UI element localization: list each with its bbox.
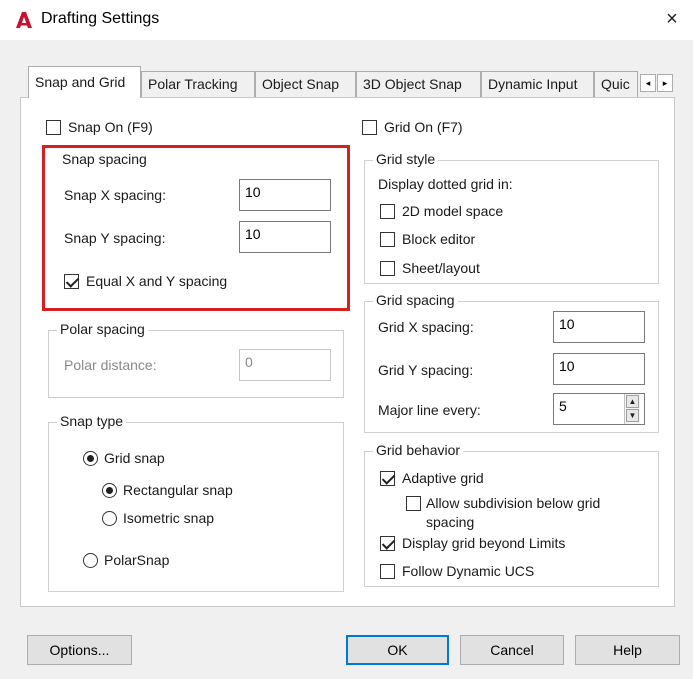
drafting-settings-dialog: Drafting Settings × Snap and Grid Polar … <box>0 0 693 679</box>
rectangular-snap-radio[interactable] <box>102 483 117 498</box>
close-icon[interactable]: × <box>657 4 687 34</box>
allow-subdivision-label-line1: Allow subdivision below grid <box>426 495 601 511</box>
grid-2d-model-space-label: 2D model space <box>402 203 504 219</box>
major-line-label: Major line every: <box>378 402 481 418</box>
grid-sheet-layout-label: Sheet/layout <box>402 260 480 276</box>
grid-behavior-legend: Grid behavior <box>373 442 464 458</box>
major-line-spinner: ▲ ▼ <box>624 394 640 424</box>
display-beyond-limits-label: Display grid beyond Limits <box>402 535 566 551</box>
spin-down-icon[interactable]: ▼ <box>626 409 639 422</box>
equal-xy-spacing-label: Equal X and Y spacing <box>86 273 228 289</box>
allow-subdivision-checkbox[interactable] <box>406 496 421 511</box>
polar-distance-label: Polar distance: <box>64 357 157 373</box>
snap-spacing-legend: Snap spacing <box>59 151 150 167</box>
window-title: Drafting Settings <box>41 10 160 27</box>
tab-snap-and-grid[interactable]: Snap and Grid <box>28 66 141 98</box>
grid-style-intro: Display dotted grid in: <box>378 176 513 192</box>
snap-y-spacing-input[interactable]: 10 <box>239 221 331 253</box>
grid-spacing-legend: Grid spacing <box>373 292 458 308</box>
grid-on-checkbox[interactable] <box>362 120 377 135</box>
tab-scroll-left-icon[interactable]: ◂ <box>640 74 656 92</box>
snap-on-label: Snap On (F9) <box>68 119 153 135</box>
adaptive-grid-checkbox[interactable] <box>380 471 395 486</box>
grid-on-label: Grid On (F7) <box>384 119 463 135</box>
tab-3d-object-snap[interactable]: 3D Object Snap <box>356 71 481 97</box>
follow-dynamic-ucs-label: Follow Dynamic UCS <box>402 563 535 579</box>
grid-snap-radio[interactable] <box>83 451 98 466</box>
tab-dynamic-input[interactable]: Dynamic Input <box>481 71 594 97</box>
grid-2d-model-space-checkbox[interactable] <box>380 204 395 219</box>
grid-y-spacing-label: Grid Y spacing: <box>378 362 474 378</box>
snap-on-checkbox[interactable] <box>46 120 61 135</box>
major-line-value: 5 <box>559 398 567 414</box>
autocad-logo-icon <box>16 12 32 28</box>
polarsnap-radio[interactable] <box>83 553 98 568</box>
ok-button[interactable]: OK <box>346 635 449 665</box>
tab-polar-tracking[interactable]: Polar Tracking <box>141 71 255 97</box>
grid-x-spacing-input[interactable]: 10 <box>553 311 645 343</box>
snap-x-spacing-label: Snap X spacing: <box>64 187 166 203</box>
polar-spacing-legend: Polar spacing <box>57 321 148 337</box>
grid-snap-label: Grid snap <box>104 450 165 466</box>
isometric-snap-radio[interactable] <box>102 511 117 526</box>
grid-block-editor-label: Block editor <box>402 231 476 247</box>
options-button[interactable]: Options... <box>27 635 132 665</box>
snap-x-spacing-input[interactable]: 10 <box>239 179 331 211</box>
title-bar[interactable]: Drafting Settings × <box>0 0 693 40</box>
adaptive-grid-label: Adaptive grid <box>402 470 484 486</box>
grid-block-editor-checkbox[interactable] <box>380 232 395 247</box>
tab-quick-properties[interactable]: Quic <box>594 71 638 97</box>
grid-style-legend: Grid style <box>373 151 439 167</box>
tab-object-snap[interactable]: Object Snap <box>255 71 356 97</box>
equal-xy-spacing-checkbox[interactable] <box>64 274 79 289</box>
grid-x-spacing-label: Grid X spacing: <box>378 319 474 335</box>
isometric-snap-label: Isometric snap <box>123 510 215 526</box>
allow-subdivision-label-line2: spacing <box>426 514 475 530</box>
spin-up-icon[interactable]: ▲ <box>626 395 639 408</box>
cancel-button[interactable]: Cancel <box>460 635 564 665</box>
grid-sheet-layout-checkbox[interactable] <box>380 261 395 276</box>
polar-distance-input[interactable]: 0 <box>239 349 331 381</box>
grid-y-spacing-input[interactable]: 10 <box>553 353 645 385</box>
tab-scroll-right-icon[interactable]: ▸ <box>657 74 673 92</box>
display-beyond-limits-checkbox[interactable] <box>380 536 395 551</box>
snap-type-legend: Snap type <box>57 413 127 429</box>
follow-dynamic-ucs-checkbox[interactable] <box>380 564 395 579</box>
rectangular-snap-label: Rectangular snap <box>123 482 233 498</box>
polarsnap-label: PolarSnap <box>104 552 170 568</box>
snap-y-spacing-label: Snap Y spacing: <box>64 230 166 246</box>
help-button[interactable]: Help <box>575 635 680 665</box>
